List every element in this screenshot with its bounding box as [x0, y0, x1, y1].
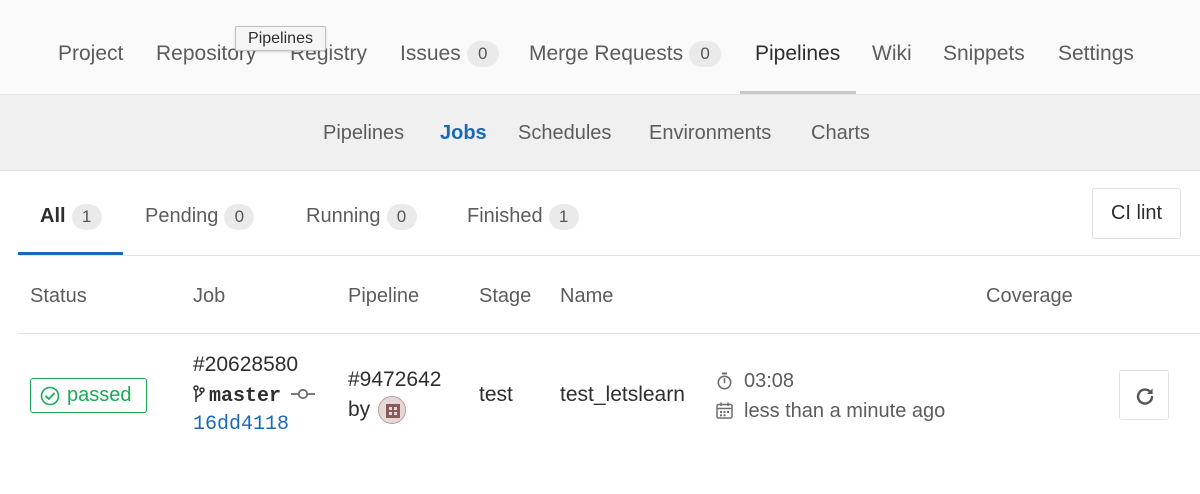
commit-sha-link[interactable]: 16dd4118 [193, 413, 289, 437]
nav-item-issues-label: Issues [400, 42, 461, 65]
check-circle-icon [40, 386, 60, 406]
pipeline-by-label: by [348, 398, 371, 421]
nav-item-merge-requests[interactable]: Merge Requests 0 [529, 40, 722, 68]
stage-cell: test [479, 383, 513, 406]
nav-item-issues[interactable]: Issues 0 [400, 40, 499, 68]
subnav-item-schedules[interactable]: Schedules [518, 121, 611, 145]
tabs-divider [18, 255, 1200, 256]
column-header-coverage: Coverage [986, 285, 1073, 307]
column-header-job: Job [193, 285, 226, 307]
tab-pending[interactable]: Pending 0 [145, 204, 255, 230]
tab-pending-count: 0 [224, 204, 255, 230]
timer-icon [717, 372, 732, 390]
nav-item-pipelines[interactable]: Pipelines [755, 40, 840, 68]
nav-item-snippets[interactable]: Snippets [943, 40, 1025, 68]
calendar-icon [716, 402, 733, 419]
avatar[interactable] [378, 396, 406, 424]
subnav-item-environments[interactable]: Environments [649, 121, 771, 145]
nav-active-underline [740, 91, 856, 94]
merge-requests-count-badge: 0 [689, 41, 722, 67]
tab-finished-label: Finished [467, 205, 543, 227]
tab-all-label: All [40, 205, 66, 227]
finished-time-text: less than a minute ago [744, 400, 946, 422]
column-header-stage: Stage [479, 285, 532, 307]
tab-running-label: Running [306, 205, 381, 227]
tab-finished[interactable]: Finished 1 [467, 204, 579, 230]
ci-lint-button[interactable]: CI lint [1092, 188, 1181, 239]
tab-finished-count: 1 [548, 204, 579, 230]
column-header-status: Status [30, 285, 87, 307]
status-badge[interactable]: passed [30, 378, 147, 413]
duration-text: 03:08 [744, 370, 795, 392]
nav-item-project[interactable]: Project [58, 40, 123, 68]
subnav-item-charts[interactable]: Charts [811, 121, 870, 145]
retry-icon [1136, 388, 1154, 405]
nav-item-settings[interactable]: Settings [1058, 40, 1134, 68]
pipeline-link[interactable]: #9472642 [348, 367, 441, 393]
nav-item-wiki[interactable]: Wiki [872, 40, 912, 68]
retry-button[interactable] [1119, 370, 1169, 420]
tab-all[interactable]: All 1 [40, 204, 102, 230]
top-nav: Project Repository Registry Issues 0 Merg… [0, 0, 1200, 95]
tab-running-count: 0 [386, 204, 417, 230]
status-label: passed [67, 384, 132, 406]
sub-nav: Pipelines Jobs Schedules Environments Ch… [0, 95, 1200, 171]
job-link[interactable]: #20628580 [193, 352, 298, 378]
tab-pending-label: Pending [145, 205, 219, 227]
issues-count-badge: 0 [466, 41, 499, 67]
subnav-item-jobs[interactable]: Jobs [440, 121, 487, 145]
tab-all-count: 1 [71, 204, 102, 230]
column-header-pipeline: Pipeline [348, 285, 420, 307]
branch-ref[interactable]: master [193, 383, 315, 409]
branch-icon [193, 385, 205, 402]
tab-running[interactable]: Running 0 [306, 204, 417, 230]
tooltip: Pipelines [235, 26, 326, 51]
branch-name: master [209, 385, 282, 408]
commit-icon [290, 388, 315, 400]
nav-item-merge-requests-label: Merge Requests [529, 42, 684, 65]
identicon-icon [379, 397, 405, 423]
column-header-name: Name [560, 285, 614, 307]
subnav-item-pipelines[interactable]: Pipelines [323, 121, 404, 145]
job-name-cell: test_letslearn [560, 383, 685, 406]
table-header-divider [18, 333, 1200, 334]
